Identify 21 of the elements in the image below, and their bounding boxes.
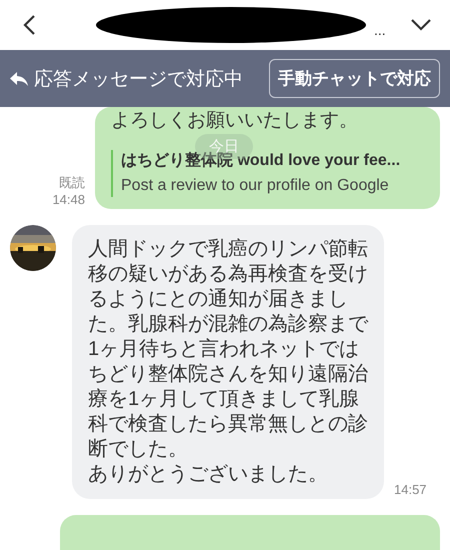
message-time: 14:48 bbox=[52, 192, 85, 209]
read-receipt: 既読 bbox=[59, 175, 85, 192]
message-line: 1ヶ月待ちと言われネットでは bbox=[88, 336, 360, 362]
message-line: 療を1ヶ月して頂きまして乳腺 bbox=[88, 386, 360, 412]
chat-title: ... bbox=[374, 22, 386, 40]
message-line: 断でした。 bbox=[88, 436, 189, 462]
message-line: るようにとの通知が届きまし bbox=[88, 286, 349, 312]
message-line: 移の疑いがある為再検査を受け bbox=[88, 262, 368, 287]
message-line: ありがとうございました。 bbox=[88, 462, 329, 487]
message-line: ちどり整体院さんを知り遠隔治 bbox=[88, 362, 368, 387]
back-icon[interactable] bbox=[22, 14, 38, 36]
message-time: 14:57 bbox=[394, 482, 427, 499]
message-line: 人間ドックで乳癌のリンパ節転 bbox=[88, 236, 368, 262]
link-description: Post a review to our profile on Google bbox=[121, 176, 390, 196]
message-line: た。乳腺科が混雑の為診察まで bbox=[88, 312, 368, 337]
message-line: 科で検査したら異常無しとの診 bbox=[88, 412, 368, 437]
banner-status: 応答メッセージで対応中 bbox=[34, 68, 243, 92]
chevron-down-icon[interactable] bbox=[410, 18, 432, 32]
manual-chat-button[interactable]: 手動チャットで対応 bbox=[269, 59, 440, 98]
message-text: よろしくお願いいたします。 bbox=[111, 109, 359, 133]
reply-icon bbox=[10, 70, 28, 86]
